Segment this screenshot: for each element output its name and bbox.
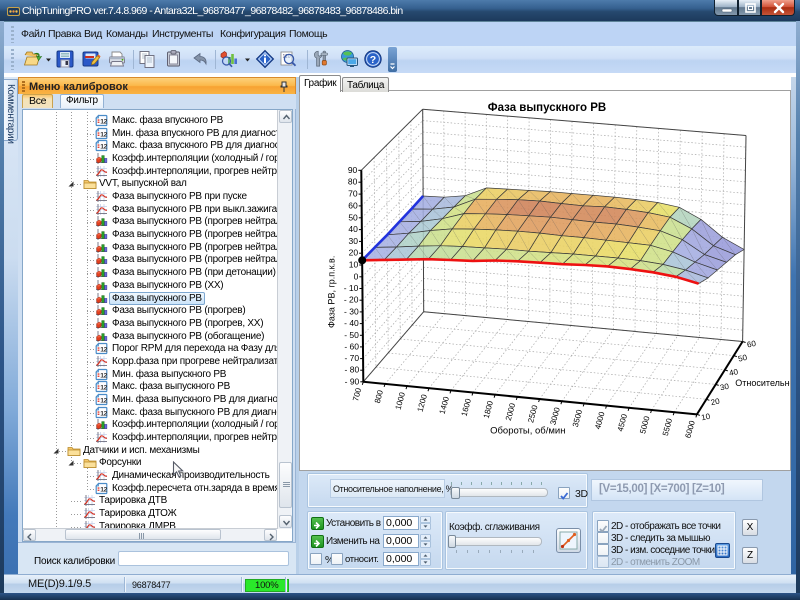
svg-text:5500: 5500	[661, 417, 674, 437]
svg-text:20: 20	[710, 396, 721, 407]
svg-text:12: 12	[100, 410, 107, 417]
svg-text:Относительное н: Относительное н	[735, 378, 790, 388]
svg-text:12: 12	[100, 384, 107, 391]
svg-text:30: 30	[349, 236, 359, 246]
svg-text:12: 12	[100, 486, 107, 493]
svg-text:1000: 1000	[394, 391, 407, 411]
svg-text:1400: 1400	[438, 395, 451, 415]
svg-text:12: 12	[100, 131, 107, 138]
svg-text:- 40: - 40	[344, 318, 359, 328]
svg-text:2500: 2500	[526, 404, 539, 424]
svg-text:- 30: - 30	[344, 306, 359, 316]
svg-text:Обороты, об/мин: Обороты, об/мин	[490, 425, 565, 436]
svg-text:4500: 4500	[616, 412, 629, 432]
svg-text:- 20: - 20	[344, 295, 359, 305]
svg-text:3500: 3500	[571, 408, 584, 428]
svg-text:50: 50	[348, 212, 358, 222]
svg-text:1600: 1600	[460, 397, 473, 417]
svg-text:- 90: - 90	[345, 376, 360, 386]
svg-text:12: 12	[100, 346, 107, 353]
svg-text:10: 10	[700, 412, 711, 423]
svg-text:40: 40	[728, 367, 739, 378]
svg-text:20: 20	[349, 248, 359, 258]
svg-text:50: 50	[737, 353, 748, 364]
svg-text:0: 0	[354, 271, 359, 281]
svg-text:6000: 6000	[684, 419, 697, 439]
svg-text:80: 80	[348, 177, 358, 187]
svg-text:5000: 5000	[638, 415, 651, 435]
svg-text:70: 70	[348, 189, 358, 199]
svg-text:1200: 1200	[416, 393, 429, 413]
svg-text:4000: 4000	[593, 410, 606, 430]
svg-text:12: 12	[100, 397, 107, 404]
svg-text:- 70: - 70	[344, 353, 359, 363]
svg-text:700: 700	[351, 386, 363, 402]
svg-text:3000: 3000	[549, 406, 562, 426]
svg-text:40: 40	[348, 224, 358, 234]
svg-text:- 80: - 80	[345, 365, 360, 375]
svg-text:60: 60	[746, 339, 757, 350]
svg-text:60: 60	[348, 200, 358, 210]
svg-text:1800: 1800	[482, 399, 495, 419]
svg-text:- 50: - 50	[344, 330, 359, 340]
svg-text:- 60: - 60	[344, 341, 359, 351]
svg-text:- 10: - 10	[344, 283, 359, 293]
svg-text:12: 12	[100, 372, 107, 379]
svg-text:10: 10	[349, 260, 359, 270]
svg-text:?: ?	[370, 54, 376, 66]
svg-text:800: 800	[373, 389, 385, 405]
svg-text:12: 12	[100, 143, 107, 150]
svg-text:Фаза РВ, гр.п.к.в.: Фаза РВ, гр.п.к.в.	[326, 256, 336, 328]
svg-text:90: 90	[348, 165, 358, 175]
svg-text:2000: 2000	[504, 402, 517, 422]
svg-text:Фаза выпускного РВ: Фаза выпускного РВ	[488, 102, 606, 114]
svg-text:12: 12	[100, 118, 107, 125]
svg-text:30: 30	[719, 382, 730, 393]
